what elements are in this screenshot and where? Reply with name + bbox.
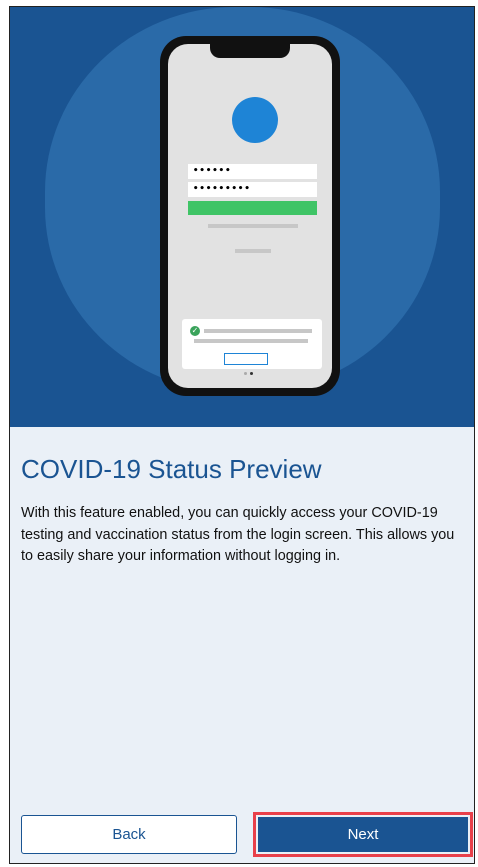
avatar-circle [232, 97, 278, 143]
hero-banner: •••••• ••••••••• ✓ [10, 7, 474, 427]
placeholder-line [204, 329, 312, 333]
page-indicator [242, 372, 258, 376]
page-dot [244, 372, 247, 375]
placeholder-line [235, 249, 271, 253]
card-button-illustration [224, 353, 268, 365]
phone-notch [210, 44, 290, 58]
page-dot-active [250, 372, 253, 375]
placeholder-line [194, 339, 308, 343]
status-card-illustration: ✓ [182, 319, 322, 369]
password-field-illustration: ••••••••• [188, 182, 317, 197]
onboarding-screen: •••••• ••••••••• ✓ COVID-19 Status Previ… [9, 6, 475, 864]
placeholder-line [208, 224, 298, 228]
back-button[interactable]: Back [21, 815, 237, 854]
phone-screen: •••••• ••••••••• ✓ [168, 44, 332, 388]
username-field-illustration: •••••• [188, 164, 317, 179]
feature-description: With this feature enabled, you can quick… [21, 505, 455, 564]
phone-illustration: •••••• ••••••••• ✓ [160, 36, 340, 396]
next-button-highlight: Next [253, 812, 473, 857]
page-title: COVID-19 Status Preview [21, 454, 322, 484]
login-button-illustration [188, 201, 317, 215]
next-button[interactable]: Next [258, 817, 468, 852]
check-icon: ✓ [190, 326, 200, 336]
